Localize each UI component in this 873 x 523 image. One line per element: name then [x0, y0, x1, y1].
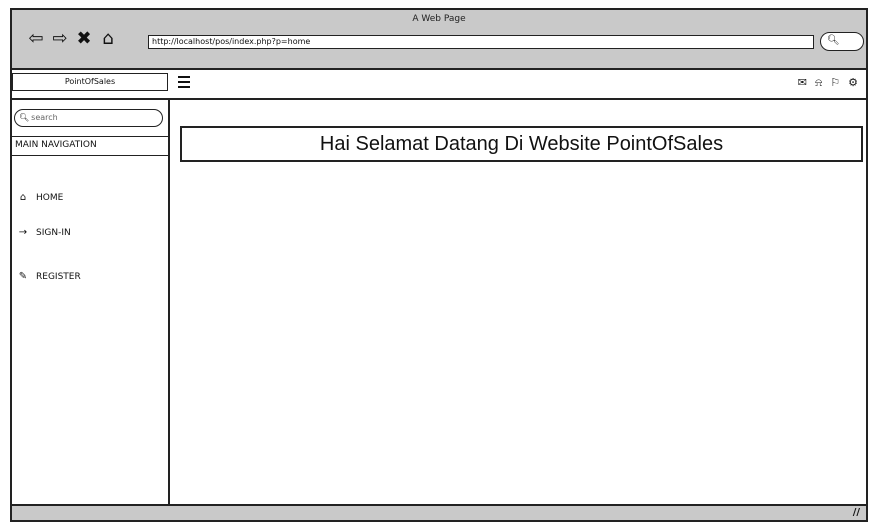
- search-icon: 🔍︎: [19, 113, 30, 122]
- envelope-icon[interactable]: ✉︎: [798, 76, 807, 90]
- bell-icon[interactable]: ⍾: [815, 76, 822, 90]
- sidebar-item-home[interactable]: ⌂ HOME: [18, 192, 64, 204]
- sidebar: 🔍︎ search MAIN NAVIGATION ⌂ HOME → SIGN-I…: [12, 100, 170, 504]
- window-title: A Web Page: [412, 14, 466, 24]
- browser-search-button[interactable]: 🔍︎: [820, 32, 864, 51]
- flag-icon[interactable]: ⚐: [830, 76, 840, 90]
- search-input[interactable]: 🔍︎ search: [14, 109, 163, 127]
- search-icon: 🔍︎: [827, 35, 840, 46]
- sidebar-item-label: REGISTER: [36, 272, 81, 282]
- forward-button[interactable]: ⇨: [50, 28, 70, 50]
- edit-icon: ✎: [18, 271, 28, 282]
- brand-logo[interactable]: PointOfSales: [12, 73, 168, 91]
- stop-button[interactable]: ✖: [74, 28, 94, 50]
- resize-grip-icon[interactable]: //: [853, 507, 860, 519]
- main-navigation-heading: MAIN NAVIGATION: [12, 136, 168, 156]
- home-button[interactable]: ⌂: [98, 28, 118, 50]
- sidebar-item-sign-in[interactable]: → SIGN-IN: [18, 227, 71, 239]
- browser-toolbar: A Web Page ⇦ ⇨ ✖ ⌂ http://localhost/pos/…: [12, 10, 866, 70]
- home-icon: ⌂: [19, 192, 27, 203]
- welcome-banner: Hai Selamat Datang Di Website PointOfSal…: [180, 126, 863, 162]
- header-icons: ✉︎ ⍾ ⚐ ⚙︎: [798, 76, 858, 90]
- address-bar[interactable]: http://localhost/pos/index.php?p=home: [148, 35, 814, 49]
- menu-toggle-icon[interactable]: [178, 76, 190, 88]
- sign-in-icon: →: [18, 227, 28, 238]
- gears-icon[interactable]: ⚙︎: [848, 76, 858, 90]
- back-button[interactable]: ⇦: [26, 28, 46, 50]
- sidebar-item-label: SIGN-IN: [36, 228, 71, 238]
- search-placeholder: search: [31, 113, 58, 122]
- browser-window: A Web Page ⇦ ⇨ ✖ ⌂ http://localhost/pos/…: [10, 8, 868, 522]
- browser-nav-buttons: ⇦ ⇨ ✖ ⌂: [26, 28, 118, 50]
- status-bar: //: [12, 504, 866, 520]
- app-header: PointOfSales ✉︎ ⍾ ⚐ ⚙︎: [12, 70, 866, 100]
- sidebar-item-register[interactable]: ✎ REGISTER: [18, 271, 81, 283]
- sidebar-item-label: HOME: [36, 193, 64, 203]
